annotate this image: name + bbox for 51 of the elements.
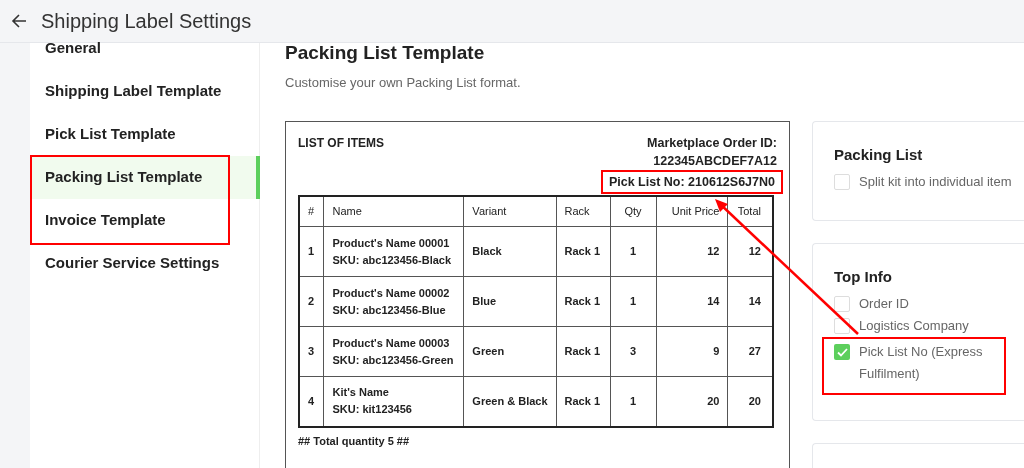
table-cell: Blue — [463, 276, 557, 327]
table-cell: 1 — [610, 276, 656, 327]
sidebar-item[interactable]: Invoice Template — [30, 199, 259, 242]
column-header: Qty — [610, 195, 656, 227]
checkbox-label: Pick List No (Express Fulfilment) — [859, 343, 984, 383]
table-cell: 14 — [656, 276, 728, 327]
table-cell: 2 — [299, 276, 324, 327]
table-cell: 3 — [610, 326, 656, 377]
table-cell-text: SKU: abc123456-Green — [332, 352, 455, 368]
checkbox[interactable] — [834, 174, 850, 190]
sidebar-item[interactable]: Courier Service Settings — [30, 242, 259, 285]
page-header-title: Shipping Label Settings — [41, 9, 252, 34]
column-header: Name — [324, 195, 464, 227]
preview-title: LIST OF ITEMS — [298, 134, 384, 152]
table-cell: Black — [463, 226, 557, 277]
column-header: # — [299, 195, 324, 227]
sidebar-item[interactable]: Packing List Template — [30, 156, 260, 199]
order-id-value: 122345ABCDEF7A12 — [653, 152, 777, 170]
checkbox-label: Split kit into individual item — [859, 173, 1012, 191]
table-cell: Green — [463, 326, 557, 377]
checkbox[interactable] — [834, 296, 850, 312]
card-title: Top Info — [834, 266, 894, 287]
checkbox-label: Logistics Company — [859, 317, 969, 335]
table-cell-text: Kit's Name — [332, 385, 390, 401]
checkbox-label: Order ID — [859, 295, 909, 313]
table-cell: Rack 1 — [556, 276, 611, 327]
table-cell-text: SKU: abc123456-Black — [332, 252, 453, 268]
column-header: Variant — [463, 195, 557, 227]
sidebar-item[interactable]: Shipping Label Template — [30, 70, 259, 113]
back-arrow-icon[interactable] — [11, 13, 27, 29]
table-cell-text: SKU: abc123456-Blue — [332, 302, 447, 318]
column-header: Rack — [556, 195, 611, 227]
table-cell: 1 — [299, 226, 324, 277]
section-title: Packing List Template — [285, 43, 486, 63]
card-title: Packing List — [834, 144, 924, 165]
table-cell: 9 — [656, 326, 728, 377]
table-cell: 1 — [610, 226, 656, 277]
table-cell-text: Product's Name 00002 — [332, 285, 451, 301]
order-id-label: Marketplace Order ID: — [647, 134, 777, 152]
table-cell: Rack 1 — [556, 326, 611, 377]
pick-list-number: Pick List No: 210612S6J7N0 — [608, 174, 775, 189]
table-cell: 3 — [299, 326, 324, 377]
total-quantity-text: ## Total quantity 5 ## — [298, 433, 411, 449]
table-cell: 12 — [656, 226, 728, 277]
table-cell: Rack 1 — [556, 226, 611, 277]
table-cell-text: SKU: kit123456 — [332, 402, 413, 418]
checkbox[interactable] — [834, 344, 850, 360]
table-cell-text: Product's Name 00001 — [332, 235, 451, 251]
table-cell-text: Product's Name 00003 — [332, 335, 451, 351]
sidebar-item[interactable]: Pick List Template — [30, 113, 259, 156]
section-subtitle: Customise your own Packing List format. — [285, 74, 522, 92]
